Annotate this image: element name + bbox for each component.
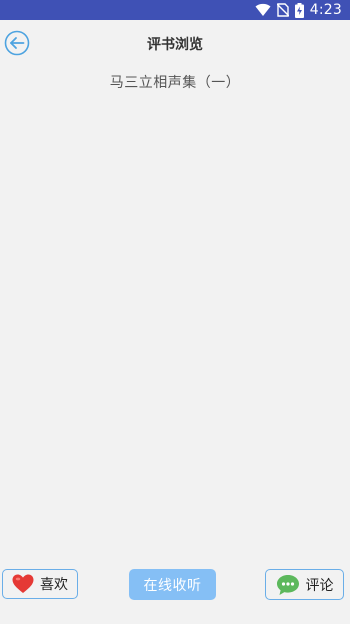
page-title: 评书浏览 — [147, 37, 203, 53]
like-button[interactable]: 喜欢 — [2, 569, 78, 599]
comment-label: 评论 — [305, 577, 334, 594]
title-bar: 评书浏览 — [0, 20, 350, 64]
battery-charging-icon — [294, 2, 304, 18]
listen-online-label: 在线收听 — [143, 577, 202, 594]
heart-icon — [12, 574, 34, 594]
status-bar: 4:23 — [0, 0, 350, 20]
status-icons: 4:23 — [255, 0, 342, 20]
status-time: 4:23 — [309, 2, 342, 18]
comment-button[interactable]: 评论 — [265, 569, 344, 600]
chat-bubble-icon — [276, 574, 300, 596]
like-label: 喜欢 — [40, 577, 68, 593]
no-sim-icon — [276, 3, 289, 17]
book-title: 马三立相声集（一） — [109, 75, 241, 91]
listen-online-button[interactable]: 在线收听 — [129, 569, 216, 600]
wifi-icon — [255, 3, 271, 17]
bottom-action-bar: 喜欢 在线收听 评论 — [0, 568, 350, 602]
